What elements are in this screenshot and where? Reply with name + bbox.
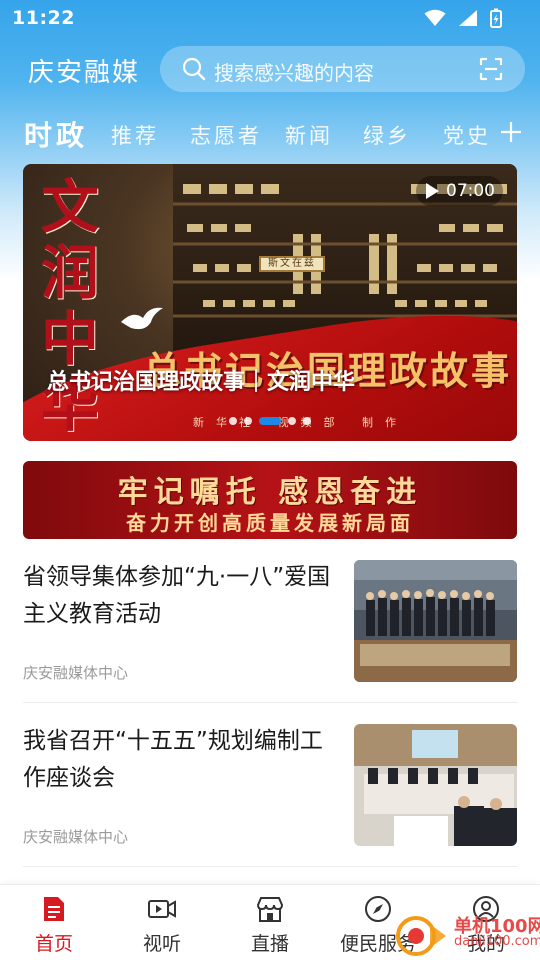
nav-label: 首页 bbox=[34, 933, 73, 955]
nav-video[interactable]: 视听 bbox=[112, 895, 212, 959]
top-bar: 庆安融媒 搜索感兴趣的内容 bbox=[0, 46, 540, 94]
dove-icon bbox=[121, 307, 163, 330]
watermark-logo-icon bbox=[396, 916, 446, 956]
banner-sign-plaque: 斯文在兹 bbox=[259, 256, 325, 272]
news-thumbnail[interactable] bbox=[354, 724, 517, 846]
nav-live[interactable]: 直播 bbox=[220, 895, 320, 959]
status-bar: 11:22 bbox=[0, 0, 540, 36]
nav-home[interactable]: 首页 bbox=[4, 895, 104, 959]
news-title[interactable]: 我省召开“十五五”规划编制工作座谈会 bbox=[23, 723, 335, 797]
app-title: 庆安融媒 bbox=[28, 58, 141, 88]
home-doc-icon bbox=[44, 897, 64, 921]
tab-xinwen[interactable]: 新闻 bbox=[285, 120, 333, 150]
tab-dangshi[interactable]: 党史 bbox=[443, 120, 491, 150]
news-divider bbox=[23, 866, 517, 867]
news-divider bbox=[23, 702, 517, 703]
carousel-dot-active[interactable] bbox=[259, 417, 281, 425]
banner-calligraphy: 文润中华 bbox=[41, 173, 100, 439]
battery-icon bbox=[490, 8, 502, 28]
signal-icon bbox=[459, 10, 477, 26]
channel-tabs: 时政 推荐 志愿者 新闻 绿乡 党史 bbox=[0, 110, 540, 154]
tab-tuijian[interactable]: 推荐 bbox=[111, 120, 159, 150]
nav-label: 视听 bbox=[142, 933, 181, 955]
video-icon bbox=[148, 900, 176, 918]
wifi-icon bbox=[424, 9, 446, 26]
play-icon bbox=[426, 183, 439, 199]
carousel-dot[interactable] bbox=[244, 417, 252, 425]
video-duration: 07:00 bbox=[446, 181, 495, 201]
banner-sign-text: 斯文在兹 bbox=[268, 258, 316, 269]
banner-caption[interactable]: 总书记治国理政故事｜文润中华 bbox=[47, 364, 355, 396]
promo-line1: 牢记嘱托 感恩奋进 bbox=[117, 475, 423, 510]
carousel-dot[interactable] bbox=[303, 417, 311, 425]
news-title[interactable]: 省领导集体参加“九·一八”爱国主义教育活动 bbox=[23, 559, 335, 633]
search-box[interactable]: 搜索感兴趣的内容 bbox=[160, 46, 525, 92]
carousel-dot[interactable] bbox=[229, 417, 237, 425]
search-icon bbox=[182, 57, 206, 81]
watermark: 单机100网 danji100.com bbox=[392, 912, 540, 960]
tab-zhiyuanzhe[interactable]: 志愿者 bbox=[190, 120, 262, 150]
add-channel-icon[interactable] bbox=[499, 120, 523, 144]
compass-icon bbox=[365, 896, 391, 922]
tab-shizheng[interactable]: 时政 bbox=[24, 114, 88, 154]
live-store-icon bbox=[256, 897, 284, 922]
banner-carousel[interactable]: 斯文在兹 文润中华 总书记治国理政故事 新华社 视频部 制作 07:00 总书记… bbox=[23, 164, 517, 441]
video-duration-badge: 07:00 bbox=[416, 176, 503, 206]
promo-banner[interactable]: 牢记嘱托 感恩奋进 奋力开创高质量发展新局面 bbox=[23, 461, 517, 539]
promo-line2: 奋力开创高质量发展新局面 bbox=[126, 511, 414, 535]
news-thumbnail[interactable] bbox=[354, 560, 517, 682]
news-source: 庆安融媒体中心 bbox=[23, 664, 129, 682]
carousel-indicator bbox=[23, 417, 517, 425]
news-item[interactable]: 我省召开“十五五”规划编制工作座谈会 庆安融媒体中心 bbox=[23, 723, 517, 887]
search-placeholder: 搜索感兴趣的内容 bbox=[214, 61, 374, 85]
tab-lvxiang[interactable]: 绿乡 bbox=[363, 120, 411, 150]
news-item[interactable]: 省领导集体参加“九·一八”爱国主义教育活动 庆安融媒体中心 bbox=[23, 559, 517, 723]
watermark-url: danji100.com bbox=[454, 934, 540, 949]
status-icons bbox=[424, 8, 502, 28]
scan-icon[interactable] bbox=[479, 57, 503, 81]
status-time: 11:22 bbox=[12, 7, 75, 29]
news-source: 庆安融媒体中心 bbox=[23, 828, 129, 846]
nav-label: 直播 bbox=[250, 933, 289, 955]
carousel-dot[interactable] bbox=[288, 417, 296, 425]
